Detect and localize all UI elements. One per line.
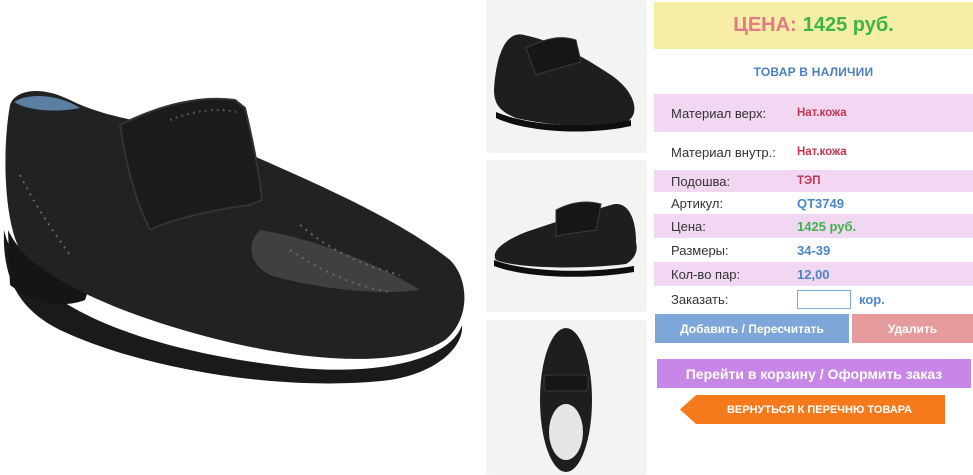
thumbnail-3[interactable] <box>486 320 647 475</box>
order-label: Заказать: <box>671 291 729 307</box>
shoe-thumbnail-image <box>486 0 647 153</box>
product-info-panel: ЦЕНА: 1425 руб. ТОВАР В НАЛИЧИИ Материал… <box>654 0 973 475</box>
spec-value: Нат.кожа <box>797 146 847 158</box>
spec-key: Материал внутр.: <box>671 144 776 160</box>
add-recalculate-button[interactable]: Добавить / Пересчитать <box>655 314 849 343</box>
stock-status: ТОВАР В НАЛИЧИИ <box>753 65 874 79</box>
spec-row-material-top: Материал верх: Нат.кожа <box>654 94 973 132</box>
price-header-label: ЦЕНА: <box>733 14 797 36</box>
spec-row-sole: Подошва: ТЭП <box>654 170 973 192</box>
shoe-thumbnail-image <box>486 160 647 312</box>
back-to-list-label: ВЕРНУТЬСЯ К ПЕРЕЧНЮ ТОВАРА <box>726 403 913 416</box>
thumbnail-1[interactable] <box>486 0 647 153</box>
spec-row-price: Цена: 1425 руб. <box>654 214 973 238</box>
spec-key: Цена: <box>671 218 706 234</box>
go-to-cart-button[interactable]: Перейти в корзину / Оформить заказ <box>657 359 971 388</box>
order-row: Заказать: кор. <box>654 287 973 311</box>
spec-value: 1425 руб. <box>797 218 857 234</box>
spec-key: Размеры: <box>671 242 729 258</box>
spec-value: QT3749 <box>797 195 844 211</box>
price-header-value: 1425 руб. <box>802 14 894 36</box>
spec-row-material-inner: Материал внутр.: Нат.кожа <box>654 134 973 170</box>
shoe-thumbnail-image <box>486 320 647 475</box>
spec-row-pairs: Кол-во пар: 12,00 <box>654 262 973 286</box>
price-header: ЦЕНА: 1425 руб. <box>654 2 973 49</box>
thumbnail-2[interactable] <box>486 160 647 312</box>
spec-row-article: Артикул: QT3749 <box>654 192 973 214</box>
spec-key: Материал верх: <box>671 105 767 121</box>
main-product-image[interactable] <box>0 0 476 475</box>
spec-value: 34-39 <box>797 242 831 258</box>
quantity-unit: кор. <box>859 291 885 307</box>
spec-key: Подошва: <box>671 173 731 189</box>
quantity-input[interactable] <box>797 289 851 309</box>
back-to-list-button[interactable]: ВЕРНУТЬСЯ К ПЕРЕЧНЮ ТОВАРА <box>680 395 945 424</box>
spec-row-sizes: Размеры: 34-39 <box>654 238 973 262</box>
delete-button[interactable]: Удалить <box>852 314 973 343</box>
shoe-image <box>3 90 465 384</box>
spec-value: Нат.кожа <box>797 107 847 119</box>
spec-value: 12,00 <box>797 266 830 282</box>
spec-value: ТЭП <box>797 175 821 187</box>
spec-key: Артикул: <box>671 195 724 211</box>
spec-key: Кол-во пар: <box>671 266 741 282</box>
